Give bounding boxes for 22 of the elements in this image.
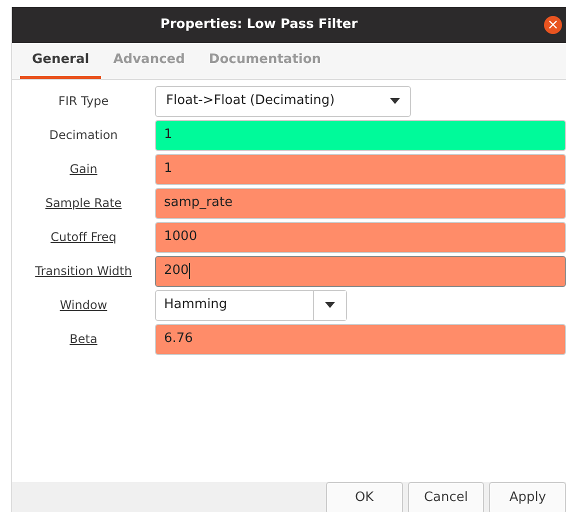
input-field[interactable]: samp_rate xyxy=(155,188,566,218)
field-label: Sample Rate xyxy=(44,195,123,212)
input-field[interactable]: 1000 xyxy=(155,222,566,252)
field-label: Transition Width xyxy=(34,263,133,280)
field-label: Beta xyxy=(68,331,98,348)
field-label: Cutoff Freq xyxy=(50,229,118,246)
field-label: Gain xyxy=(68,161,98,178)
input-field[interactable]: 6.76 xyxy=(155,324,566,354)
field-label: Decimation xyxy=(48,127,119,144)
dropdown[interactable]: Float->Float (Decimating) xyxy=(155,86,411,116)
input-field[interactable]: 1 xyxy=(155,154,566,184)
dialog-button[interactable]: OK xyxy=(326,482,403,512)
caret-icon xyxy=(390,98,400,104)
input-field[interactable]: 200 xyxy=(155,256,566,286)
dialog-button[interactable]: Apply xyxy=(489,482,566,512)
tab[interactable]: General xyxy=(20,43,102,79)
input-field[interactable]: 1 xyxy=(155,120,566,150)
dialog-button[interactable]: Cancel xyxy=(408,482,484,512)
window-title: Properties: Low Pass Filter xyxy=(160,16,358,34)
field-label: Window xyxy=(58,297,108,314)
field-label: FIR Type xyxy=(57,93,110,110)
close-button[interactable]: × xyxy=(544,16,562,34)
